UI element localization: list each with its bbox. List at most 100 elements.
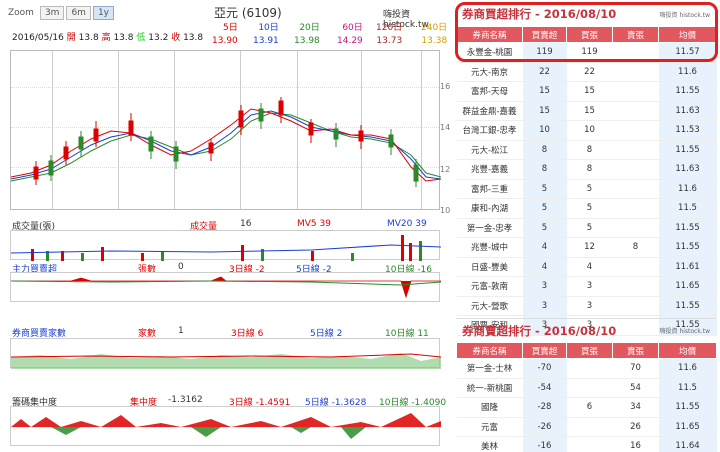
table-row[interactable]: 元大-松江 8 8 11.55	[456, 140, 717, 160]
table-row[interactable]: 台灣工銀-忠孝 10 10 11.53	[456, 120, 717, 141]
table-row[interactable]: 美林 -16 16 11.64	[456, 436, 717, 452]
zoom-1y-button[interactable]: 1y	[92, 6, 115, 20]
net-cell: 5	[522, 198, 567, 219]
sell-cell: 54	[612, 378, 659, 398]
table-row[interactable]: 康和-內湖 5 5 11.5	[456, 198, 717, 219]
table-row[interactable]: 富邦-天母 15 15 11.55	[456, 81, 717, 102]
buy-ranking-table: 券商名稱 買賣超 買張 賣張 均價 永豐金-桃園 119 119 11.57 元大-南京…	[456, 26, 717, 336]
broker-count-plot-area	[10, 338, 441, 369]
col-avg: 均價	[658, 342, 717, 359]
buy-cell: 5	[566, 218, 613, 238]
avg-price-cell: 11.6	[658, 62, 717, 82]
net-cell: 15	[522, 101, 567, 121]
net-cell: 8	[522, 140, 567, 160]
ma120-label: 120日	[376, 23, 403, 33]
broker-name-cell: 兆豐-嘉義	[456, 159, 523, 180]
quote-date: 2016/05/16	[12, 33, 64, 43]
buy-cell: 4	[566, 257, 613, 277]
table-row[interactable]: 第一金-忠孝 5 5 11.55	[456, 218, 717, 238]
avg-price-cell: 11.65	[658, 417, 717, 437]
net-cell: 10	[522, 120, 567, 141]
buy-cell	[566, 358, 613, 379]
net-cell: -54	[522, 378, 567, 398]
main-force-plot-area	[10, 272, 441, 302]
net-cell: 5	[522, 218, 567, 238]
close-label: 收	[171, 33, 181, 43]
avg-price-cell: 11.63	[658, 159, 717, 180]
zoom-control: Zoom 3m 6m 1y	[8, 6, 115, 20]
sell-cell	[612, 81, 659, 102]
table-row[interactable]: 元富 -26 26 11.65	[456, 417, 717, 437]
buy-cell: 5	[566, 179, 613, 199]
volume-value: 16	[240, 219, 252, 229]
broker-name-cell: 元大-南京	[456, 62, 523, 82]
net-cell: -28	[522, 397, 567, 418]
zoom-3m-button[interactable]: 3m	[39, 6, 65, 20]
sell-cell	[612, 198, 659, 219]
price-tick-10: 10	[440, 206, 451, 215]
avg-price-cell: 11.55	[658, 237, 717, 258]
low-label: 低	[136, 33, 146, 43]
open-value: 13.8	[78, 33, 99, 43]
table-row[interactable]: 富邦-三重 5 5 11.6	[456, 179, 717, 199]
table-row[interactable]: 兆豐-嘉義 8 8 11.63	[456, 159, 717, 180]
table-row[interactable]: 統一-新桃園 -54 54 11.5	[456, 378, 717, 398]
avg-price-cell: 11.53	[658, 120, 717, 141]
price-tick-14: 14	[440, 123, 451, 132]
sell-cell	[612, 140, 659, 160]
sell-cell: 8	[612, 237, 659, 258]
net-cell: -26	[522, 417, 567, 437]
main-force-bars	[11, 276, 441, 299]
chart-title: 亞元 (6109)	[214, 6, 282, 20]
sell-cell: 70	[612, 358, 659, 379]
table-row[interactable]: 國隆 -28 6 34 11.55	[456, 397, 717, 418]
high-value: 13.8	[113, 33, 134, 43]
avg-price-cell: 11.63	[658, 101, 717, 121]
table-row[interactable]: 兆豐-城中 4 12 8 11.55	[456, 237, 717, 258]
sell-cell	[612, 120, 659, 141]
volume-plot-area	[10, 230, 441, 261]
sell-ranking-table: 券商名稱 買賣超 買張 賣張 均價 第一金-士林 -70 70 11.6 統一-新桃園 -…	[456, 342, 717, 452]
main-force-value: 0	[178, 262, 184, 272]
broker-name-cell: 元富-敦南	[456, 276, 523, 297]
table-row[interactable]: 元大-南京 22 22 11.6	[456, 62, 717, 82]
zoom-6m-button[interactable]: 6m	[66, 6, 91, 20]
table-row[interactable]: 元大-營歌 3 3 11.55	[456, 296, 717, 316]
broker-name-cell: 兆豐-城中	[456, 237, 523, 258]
buy-cell	[566, 436, 613, 452]
net-cell: 5	[522, 179, 567, 199]
broker-name-cell: 台灣工銀-忠孝	[456, 120, 523, 141]
table-row[interactable]: 第一金-士林 -70 70 11.6	[456, 358, 717, 379]
avg-price-cell: 11.5	[658, 198, 717, 219]
buy-cell: 10	[566, 120, 613, 141]
avg-price-cell: 11.55	[658, 81, 717, 102]
chip-plot-area	[10, 406, 441, 446]
sell-cell	[612, 276, 659, 297]
col-broker: 券商名稱	[456, 342, 523, 359]
price-tick-16: 16	[440, 82, 451, 91]
net-cell: 4	[522, 257, 567, 277]
buy-cell: 8	[566, 140, 613, 160]
sell-cell	[612, 179, 659, 199]
close-value: 13.8	[183, 33, 204, 43]
avg-price-cell: 11.6	[658, 179, 717, 199]
avg-price-cell: 11.5	[658, 378, 717, 398]
buy-cell: 3	[566, 296, 613, 316]
broker-count-value: 1	[178, 326, 184, 336]
broker-name-cell: 元大-松江	[456, 140, 523, 160]
broker-name-cell: 統一-新桃園	[456, 378, 523, 398]
table-row[interactable]: 群益金鼎-嘉義 15 15 11.63	[456, 101, 717, 121]
price-tick-12: 12	[440, 165, 451, 174]
broker-name-cell: 國隆	[456, 397, 523, 418]
broker-count-bars	[11, 353, 441, 369]
table-row[interactable]: 元富-敦南 3 3 11.65	[456, 276, 717, 297]
ma240-value: 13.38	[421, 36, 448, 46]
col-buy: 買張	[566, 342, 613, 359]
sell-cell	[612, 159, 659, 180]
buy-cell: 22	[566, 62, 613, 82]
net-cell: 15	[522, 81, 567, 102]
highlight-frame	[455, 2, 718, 62]
table-row[interactable]: 日盛-豐美 4 4 11.61	[456, 257, 717, 277]
buy-cell: 15	[566, 101, 613, 121]
ma10-readout: 10日 13.91	[253, 22, 279, 48]
